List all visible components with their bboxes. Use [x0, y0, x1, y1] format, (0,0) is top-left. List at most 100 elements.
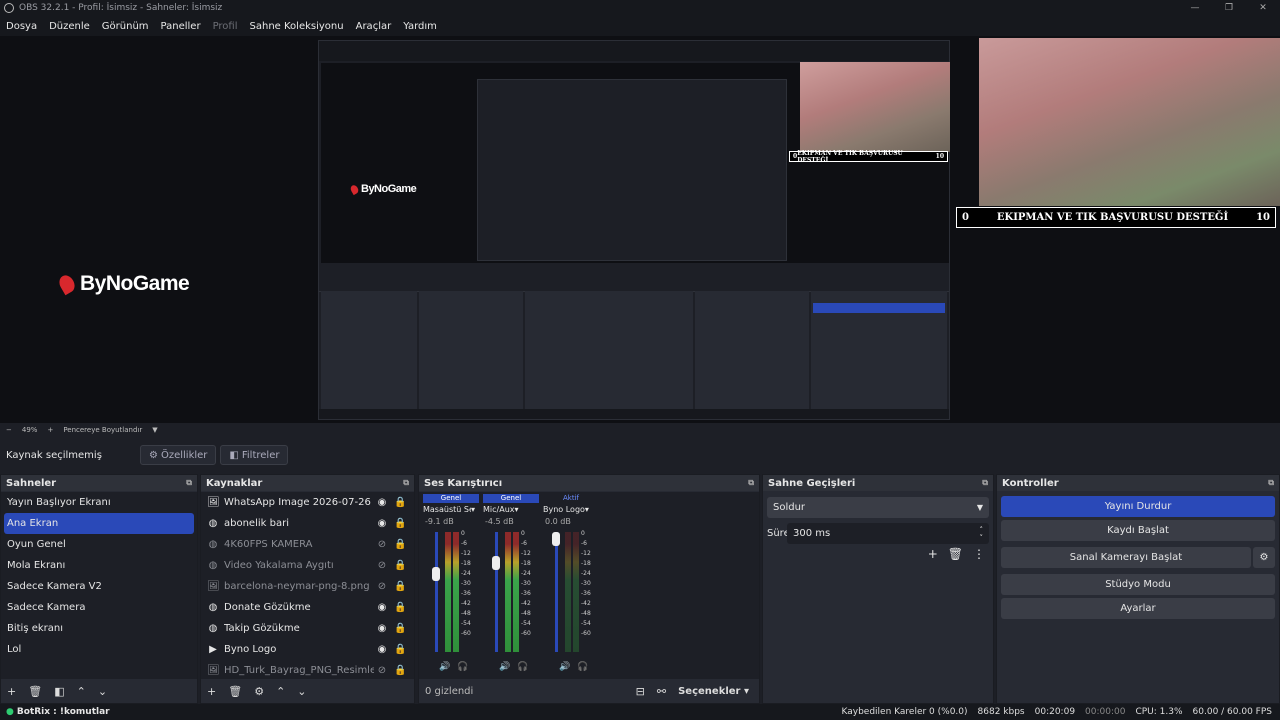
menu-sahne-koleksiyonu[interactable]: Sahne Koleksiyonu [244, 21, 350, 32]
add-icon[interactable]: + [207, 685, 216, 698]
lock-icon[interactable]: 🔒 [394, 560, 406, 571]
add-icon[interactable]: + [7, 685, 16, 698]
filters-button[interactable]: ◧ Filtreler [220, 445, 289, 465]
eye-icon[interactable]: ◉ [376, 497, 388, 508]
source-item[interactable]: ◍ abonelik bari ◉ 🔒 [201, 513, 414, 534]
lock-icon[interactable]: 🔒 [394, 644, 406, 655]
eye-off-icon[interactable]: ⊘ [376, 581, 388, 592]
gear-icon[interactable]: ⚙ [1253, 547, 1275, 568]
lock-icon[interactable]: 🔒 [394, 581, 406, 592]
popout-icon[interactable]: ⧉ [982, 478, 988, 488]
properties-button[interactable]: ⚙ Özellikler [140, 445, 217, 465]
zoom-in-button[interactable]: + [47, 426, 53, 434]
layout-icon[interactable]: ⊟ [636, 685, 645, 698]
eye-icon[interactable]: ◉ [376, 623, 388, 634]
menu-araclar[interactable]: Araçlar [350, 21, 398, 32]
eye-icon[interactable]: ◉ [376, 602, 388, 613]
eye-icon[interactable]: ◉ [376, 644, 388, 655]
add-icon[interactable]: + [928, 547, 938, 561]
fit-window-label[interactable]: Pencereye Boyutlandır [63, 426, 142, 434]
volume-slider[interactable] [495, 532, 498, 652]
link-icon[interactable]: ⚯ [657, 685, 666, 698]
maximize-icon[interactable]: ❐ [1212, 3, 1246, 13]
menu-dosya[interactable]: Dosya [0, 21, 43, 32]
source-item[interactable]: 🖼 WhatsApp Image 2026-07-26 at 03.48◉ 🔒 [201, 492, 414, 513]
headphones-icon[interactable]: 🎧 [517, 662, 528, 672]
up-arrow-icon[interactable]: ⌃ [77, 685, 86, 698]
start-virtual-camera-button[interactable]: Sanal Kamerayı Başlat [1001, 547, 1251, 568]
trash-icon[interactable]: 🗑 [948, 547, 963, 561]
popout-icon[interactable]: ⧉ [1268, 478, 1274, 488]
db-tick: -54 [461, 620, 471, 627]
studio-mode-button[interactable]: Stüdyo Modu [1001, 574, 1275, 595]
menu-paneller[interactable]: Paneller [155, 21, 207, 32]
source-item[interactable]: ◍ Video Yakalama Aygıtı ⊘ 🔒 [201, 555, 414, 576]
close-icon[interactable]: ✕ [1246, 3, 1280, 13]
start-recording-button[interactable]: Kaydı Başlat [1001, 520, 1275, 541]
options-button[interactable]: Seçenekler ▾ [678, 686, 749, 697]
source-item[interactable]: 🖼 barcelona-neymar-png-8.png ⊘ 🔒 [201, 576, 414, 597]
lock-icon[interactable]: 🔒 [394, 665, 406, 676]
nested-camera-feed [800, 62, 950, 152]
headphones-icon[interactable]: 🎧 [577, 662, 588, 672]
scene-item[interactable]: Sadece Kamera V2 [1, 576, 197, 597]
scene-item[interactable]: Ana Ekran [4, 513, 194, 534]
up-arrow-icon[interactable]: ⌃ [276, 685, 285, 698]
popout-icon[interactable]: ⧉ [403, 478, 409, 488]
scene-item[interactable]: Mola Ekranı [1, 555, 197, 576]
scene-item[interactable]: Lol [1, 639, 197, 660]
chevron-down-icon[interactable]: ▼ [152, 426, 157, 434]
channel-tag: Genel [483, 494, 539, 503]
scene-item[interactable]: Bitiş ekranı [1, 618, 197, 639]
source-item[interactable]: ▶ Byno Logo ◉ 🔒 [201, 639, 414, 660]
lock-icon[interactable]: 🔒 [394, 623, 406, 634]
popout-icon[interactable]: ⧉ [186, 478, 192, 488]
menu-gorunum[interactable]: Görünüm [96, 21, 155, 32]
volume-knob[interactable] [432, 567, 440, 581]
lock-icon[interactable]: 🔒 [394, 518, 406, 529]
speaker-icon[interactable]: 🔊 [439, 662, 450, 672]
menu-duzenle[interactable]: Düzenle [43, 21, 96, 32]
lock-icon[interactable]: 🔒 [394, 539, 406, 550]
popout-icon[interactable]: ⧉ [748, 478, 754, 488]
channel-name-select[interactable]: Mic/Aux ▾ [483, 505, 539, 514]
eye-off-icon[interactable]: ⊘ [376, 539, 388, 550]
stop-stream-button[interactable]: Yayını Durdur [1001, 496, 1275, 517]
volume-knob[interactable] [492, 556, 500, 570]
volume-slider[interactable] [435, 532, 438, 652]
scene-item[interactable]: Oyun Genel [1, 534, 197, 555]
eye-off-icon[interactable]: ⊘ [376, 560, 388, 571]
scene-item[interactable]: Yayın Başlıyor Ekranı [1, 492, 197, 513]
volume-slider[interactable] [555, 532, 558, 652]
lock-icon[interactable]: 🔒 [394, 497, 406, 508]
minimize-icon[interactable]: — [1178, 3, 1212, 13]
source-item[interactable]: ◍ Donate Gözükme ◉ 🔒 [201, 597, 414, 618]
eye-off-icon[interactable]: ⊘ [376, 665, 388, 676]
trash-icon[interactable]: 🗑 [228, 685, 242, 698]
speaker-muted-icon[interactable]: 🔊 [559, 662, 570, 672]
transition-select[interactable]: Soldur ▼ [767, 497, 989, 518]
duration-input[interactable]: 300 ms ˄ ˅ [787, 523, 989, 544]
stepper-icon[interactable]: ˄ ˅ [980, 526, 984, 542]
gear-icon[interactable]: ⚙ [254, 685, 264, 698]
zoom-out-button[interactable]: − [6, 426, 12, 434]
menu-yardim[interactable]: Yardım [397, 21, 443, 32]
menu-profil[interactable]: Profil [207, 21, 244, 32]
speaker-icon[interactable]: 🔊 [499, 662, 510, 672]
source-item[interactable]: ◍ Takip Gözükme ◉ 🔒 [201, 618, 414, 639]
source-item[interactable]: 🖼 HD_Turk_Bayrag_PNG_Resimleri__Tu⊘ 🔒 [201, 660, 414, 679]
volume-knob[interactable] [552, 532, 560, 546]
filter-icon[interactable]: ◧ [54, 685, 64, 698]
lock-icon[interactable]: 🔒 [394, 602, 406, 613]
down-arrow-icon[interactable]: ⌄ [297, 685, 306, 698]
settings-button[interactable]: Ayarlar [1001, 598, 1275, 619]
eye-icon[interactable]: ◉ [376, 518, 388, 529]
scene-item[interactable]: Sadece Kamera [1, 597, 197, 618]
channel-name-select[interactable]: Masaüstü Ses▾ [423, 505, 479, 514]
channel-name-select[interactable]: Byno Logo ▾ [543, 505, 599, 514]
more-icon[interactable]: ⋮ [973, 547, 985, 561]
source-item[interactable]: ◍ 4K60FPS KAMERA ⊘ 🔒 [201, 534, 414, 555]
trash-icon[interactable]: 🗑 [28, 685, 42, 698]
down-arrow-icon[interactable]: ⌄ [98, 685, 107, 698]
headphones-icon[interactable]: 🎧 [457, 662, 468, 672]
